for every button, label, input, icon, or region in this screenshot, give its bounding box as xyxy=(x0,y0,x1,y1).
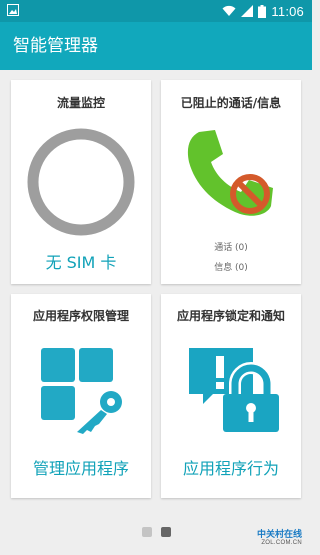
grid-key-icon xyxy=(41,348,124,434)
permissions-card[interactable]: 应用程序权限管理 管理应用程序 xyxy=(11,294,151,498)
status-time: 11:06 xyxy=(271,3,304,19)
wifi-icon xyxy=(222,5,236,16)
watermark-logo-text: 中关村在线 xyxy=(256,530,302,540)
watermark: 中关村在线 ZOL.COM.CN xyxy=(257,527,302,546)
blocked-calls-count: 通话 (0) xyxy=(214,243,248,253)
blocked-card[interactable]: 已阻止的通话/信息 通话 (0) 信息 (0) xyxy=(161,80,301,284)
page-title: 智能管理器 xyxy=(13,36,98,56)
phone-blocked-icon xyxy=(187,130,273,216)
data-monitor-title: 流量监控 xyxy=(56,96,105,110)
alert-lock-icon xyxy=(189,348,279,432)
data-monitor-card[interactable]: 流量监控 无 SIM 卡 xyxy=(11,80,151,284)
page-dot-1[interactable] xyxy=(142,527,152,537)
lock-notify-action: 应用程序行为 xyxy=(182,459,279,478)
permissions-action: 管理应用程序 xyxy=(32,459,129,478)
ring-icon xyxy=(27,128,135,236)
lock-notify-title: 应用程序锁定和通知 xyxy=(176,309,285,323)
signal-icon xyxy=(241,5,254,17)
image-icon xyxy=(7,4,19,16)
blocked-messages-count: 信息 (0) xyxy=(214,263,248,273)
watermark-url: ZOL.COM.CN xyxy=(261,540,302,546)
permissions-title: 应用程序权限管理 xyxy=(32,309,129,323)
app-bar: 智能管理器 xyxy=(0,22,312,70)
lock-notify-card[interactable]: 应用程序锁定和通知 应用程序行为 xyxy=(161,294,301,498)
data-monitor-action: 无 SIM 卡 xyxy=(45,253,117,272)
page-dot-2[interactable] xyxy=(161,527,171,537)
battery-icon xyxy=(258,4,267,18)
status-bar: 11:06 xyxy=(0,0,312,22)
blocked-title: 已阻止的通话/信息 xyxy=(180,96,282,110)
